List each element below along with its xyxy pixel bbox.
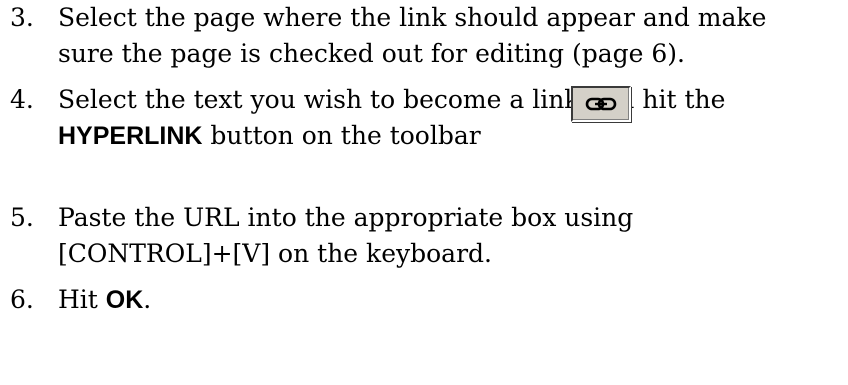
step-text-line-1: Paste the URL into the appropriate box u… [58, 203, 634, 232]
hyperlink-keyword: HYPERLINK [58, 122, 203, 150]
step-text-line-2: [CONTROL]+[V] on the keyboard. [58, 239, 492, 268]
hyperlink-toolbar-button[interactable] [571, 86, 631, 122]
chain-link-icon [585, 97, 617, 111]
step-prefix: Hit [58, 285, 106, 314]
ok-keyword: OK [105, 286, 144, 314]
step-suffix: . [143, 285, 152, 314]
step-number: 4. [10, 85, 34, 114]
step-number: 3. [10, 3, 34, 32]
step-number: 5. [10, 203, 34, 232]
toolbar-text: button on the toolbar [202, 121, 481, 150]
step-text-line-2: sure the page is checked out for editing… [58, 39, 685, 68]
step-number: 6. [10, 285, 34, 314]
step-text-line-1: Select the page where the link should ap… [58, 3, 767, 32]
step-text-line-1: Hit OK. [58, 282, 151, 318]
step-text-line-2: HYPERLINK button on the toolbar [58, 118, 481, 154]
